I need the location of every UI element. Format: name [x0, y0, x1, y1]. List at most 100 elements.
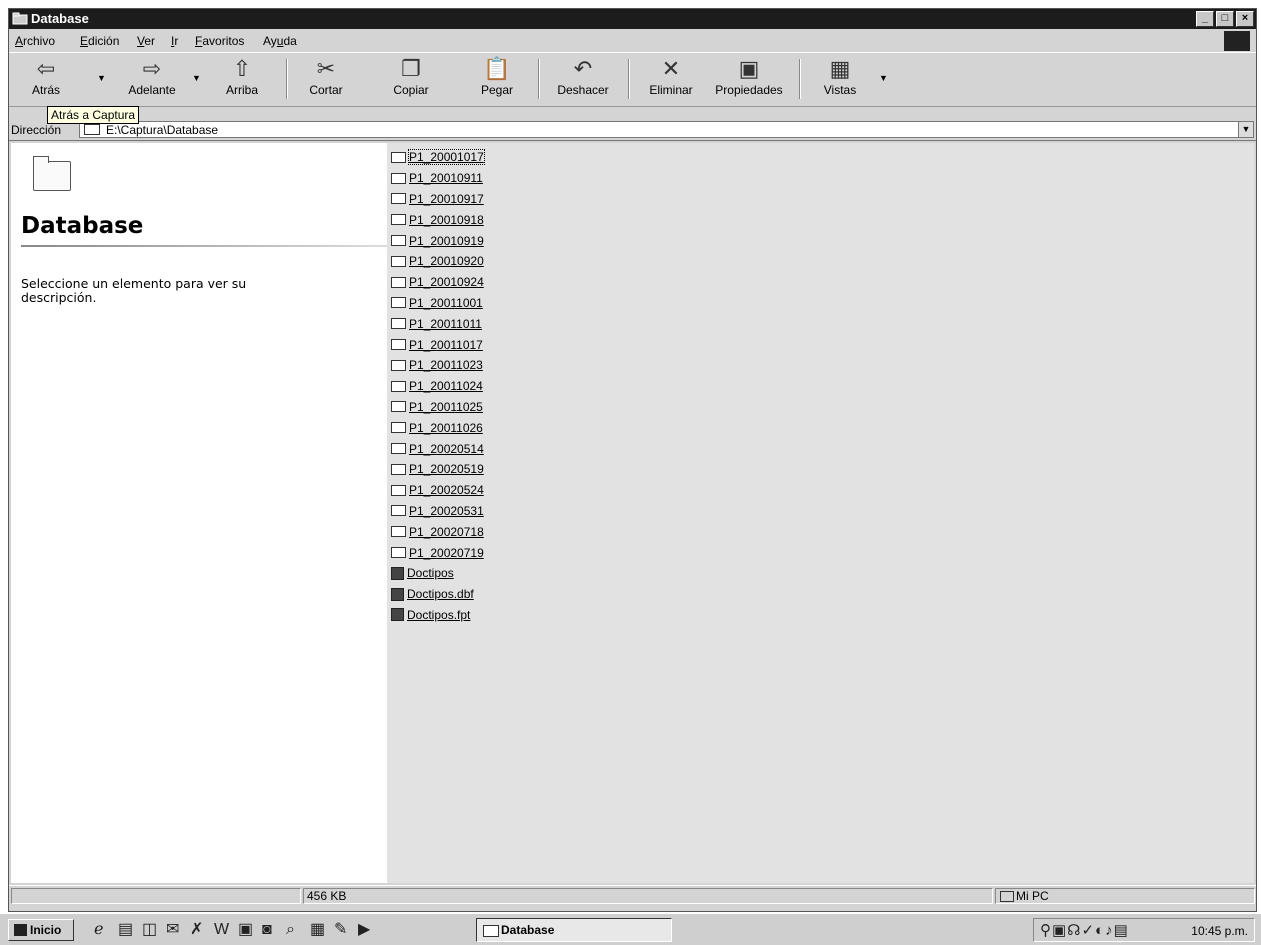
- internet-explorer-icon[interactable]: ℯ: [94, 921, 103, 939]
- menu-edicion[interactable]: Edición: [80, 34, 119, 48]
- list-item[interactable]: P1_20011017: [391, 334, 484, 355]
- list-item[interactable]: P1_20020514: [391, 438, 484, 459]
- paste-button[interactable]: 📋 Pegar: [472, 55, 522, 97]
- undo-button[interactable]: ↶ Deshacer: [551, 55, 615, 97]
- up-folder-icon: ⇧: [232, 56, 252, 81]
- folder-icon: [391, 359, 406, 371]
- list-item[interactable]: P1_20020718: [391, 521, 484, 542]
- tray-icons[interactable]: ⚲▣☊✓◐♪▤: [1040, 921, 1129, 939]
- delete-button[interactable]: ✕ Eliminar: [643, 55, 699, 97]
- menu-favoritos[interactable]: Favoritos: [195, 34, 244, 48]
- list-item[interactable]: P1_20020531: [391, 501, 484, 522]
- desktop-icon[interactable]: ▤: [118, 921, 133, 939]
- paste-label: Pegar: [480, 83, 514, 97]
- excel-icon[interactable]: ✗: [190, 921, 203, 939]
- properties-label: Propiedades: [715, 83, 783, 97]
- folder-icon: [84, 124, 100, 135]
- list-item[interactable]: P1_20011001: [391, 293, 484, 314]
- folder-icon: [391, 151, 406, 163]
- file-name: Doctipos.dbf: [407, 587, 474, 602]
- folder-icon: [391, 422, 406, 434]
- windows-logo-icon: [1224, 31, 1250, 51]
- app-icon[interactable]: ▣: [238, 921, 253, 939]
- paste-icon: 📋: [483, 56, 511, 81]
- address-field[interactable]: E:\Captura\Database ▼: [79, 121, 1254, 138]
- back-dropdown-icon[interactable]: ▼: [97, 73, 106, 83]
- file-name: P1_20010911: [409, 171, 483, 186]
- word-icon[interactable]: W: [214, 921, 229, 939]
- clock: 10:45 p.m.: [1191, 924, 1248, 938]
- file-name: P1_20001017: [408, 149, 485, 166]
- maximize-button[interactable]: □: [1216, 11, 1234, 27]
- minimize-button[interactable]: _: [1196, 11, 1214, 27]
- delete-label: Eliminar: [649, 83, 693, 97]
- list-item[interactable]: Doctipos.fpt: [391, 605, 484, 626]
- menu-favoritos-label: avoritos: [202, 34, 245, 48]
- list-item[interactable]: P1_20020719: [391, 542, 484, 563]
- toolbar-separator: [286, 59, 288, 99]
- search-icon[interactable]: ⌕: [286, 921, 295, 939]
- title-bar[interactable]: Database _ □ ×: [9, 9, 1256, 29]
- start-button[interactable]: Inicio: [8, 919, 74, 941]
- menu-ir[interactable]: Ir: [171, 34, 178, 48]
- file-name: P1_20010919: [409, 233, 484, 248]
- file-name: P1_20010918: [409, 212, 484, 227]
- back-button[interactable]: ⇦ Atrás: [25, 55, 67, 97]
- list-item[interactable]: P1_20011026: [391, 417, 484, 438]
- views-button[interactable]: ▦ Vistas: [815, 55, 865, 97]
- status-size: 456 KB: [303, 888, 993, 904]
- list-item[interactable]: P1_20010924: [391, 272, 484, 293]
- forward-button[interactable]: ⇨ Adelante: [121, 55, 183, 97]
- task-database[interactable]: Database: [476, 918, 672, 942]
- address-dropdown-icon[interactable]: ▼: [1238, 122, 1253, 137]
- menu-ver[interactable]: Ver: [137, 34, 155, 48]
- undo-icon: ↶: [573, 56, 593, 81]
- forward-dropdown-icon[interactable]: ▼: [192, 73, 201, 83]
- document-icon: [391, 608, 404, 622]
- title-divider: [21, 245, 387, 247]
- task-label: Database: [501, 923, 555, 937]
- copy-button[interactable]: ❐ Copiar: [386, 55, 436, 97]
- undo-label: Deshacer: [557, 83, 609, 97]
- start-label: Inicio: [30, 923, 62, 937]
- list-item[interactable]: P1_20010917: [391, 189, 484, 210]
- file-name: P1_20011023: [409, 358, 483, 373]
- folder-icon: [391, 547, 406, 559]
- media-player-icon[interactable]: ▶: [358, 921, 370, 939]
- explorer-window: Database _ □ × Archivo Edición Ver Ir Fa…: [8, 8, 1257, 912]
- folder-icon: [391, 214, 406, 226]
- list-item[interactable]: P1_20010919: [391, 230, 484, 251]
- list-item[interactable]: P1_20020519: [391, 459, 484, 480]
- address-bar: Dirección E:\Captura\Database ▼: [9, 120, 1256, 141]
- menu-archivo[interactable]: Archivo: [15, 34, 55, 48]
- list-item[interactable]: P1_20010920: [391, 251, 484, 272]
- taskbar: Inicio ℯ ▤ ◫ ✉ ✗ W ▣ ◙ ⌕ ▦ ✎ ▶ Database …: [0, 913, 1261, 945]
- list-item[interactable]: P1_20011024: [391, 376, 484, 397]
- cut-button[interactable]: ✂ Cortar: [301, 55, 351, 97]
- list-item[interactable]: P1_20011023: [391, 355, 484, 376]
- file-list-pane[interactable]: P1_20001017 P1_20010911 P1_20010917 P1_2001…: [387, 143, 1254, 883]
- list-item[interactable]: P1_20020524: [391, 480, 484, 501]
- list-item[interactable]: P1_20011011: [391, 313, 484, 334]
- list-item[interactable]: Doctipos.dbf: [391, 584, 484, 605]
- paint-icon[interactable]: ✎: [334, 921, 347, 939]
- menu-ver-label: er: [144, 34, 156, 48]
- outlook-icon[interactable]: ✉: [166, 921, 179, 939]
- cut-label: Cortar: [309, 83, 343, 97]
- views-dropdown-icon[interactable]: ▼: [879, 73, 888, 83]
- list-item[interactable]: P1_20010918: [391, 209, 484, 230]
- menu-ayuda[interactable]: Ayuda: [263, 34, 297, 48]
- properties-button[interactable]: ▣ Propiedades: [709, 55, 789, 97]
- list-item[interactable]: P1_20001017: [391, 147, 485, 168]
- folder-icon: [391, 463, 406, 475]
- close-button[interactable]: ×: [1236, 11, 1254, 27]
- document-icon: [391, 587, 404, 601]
- window-icon[interactable]: ◙: [262, 921, 272, 939]
- up-button[interactable]: ⇧ Arriba: [217, 55, 267, 97]
- calculator-icon[interactable]: ▦: [310, 921, 325, 939]
- file-name: P1_20020519: [409, 462, 484, 477]
- channels-icon[interactable]: ◫: [142, 921, 157, 939]
- list-item[interactable]: Doctipos: [391, 563, 484, 584]
- list-item[interactable]: P1_20010911: [391, 168, 484, 189]
- list-item[interactable]: P1_20011025: [391, 397, 484, 418]
